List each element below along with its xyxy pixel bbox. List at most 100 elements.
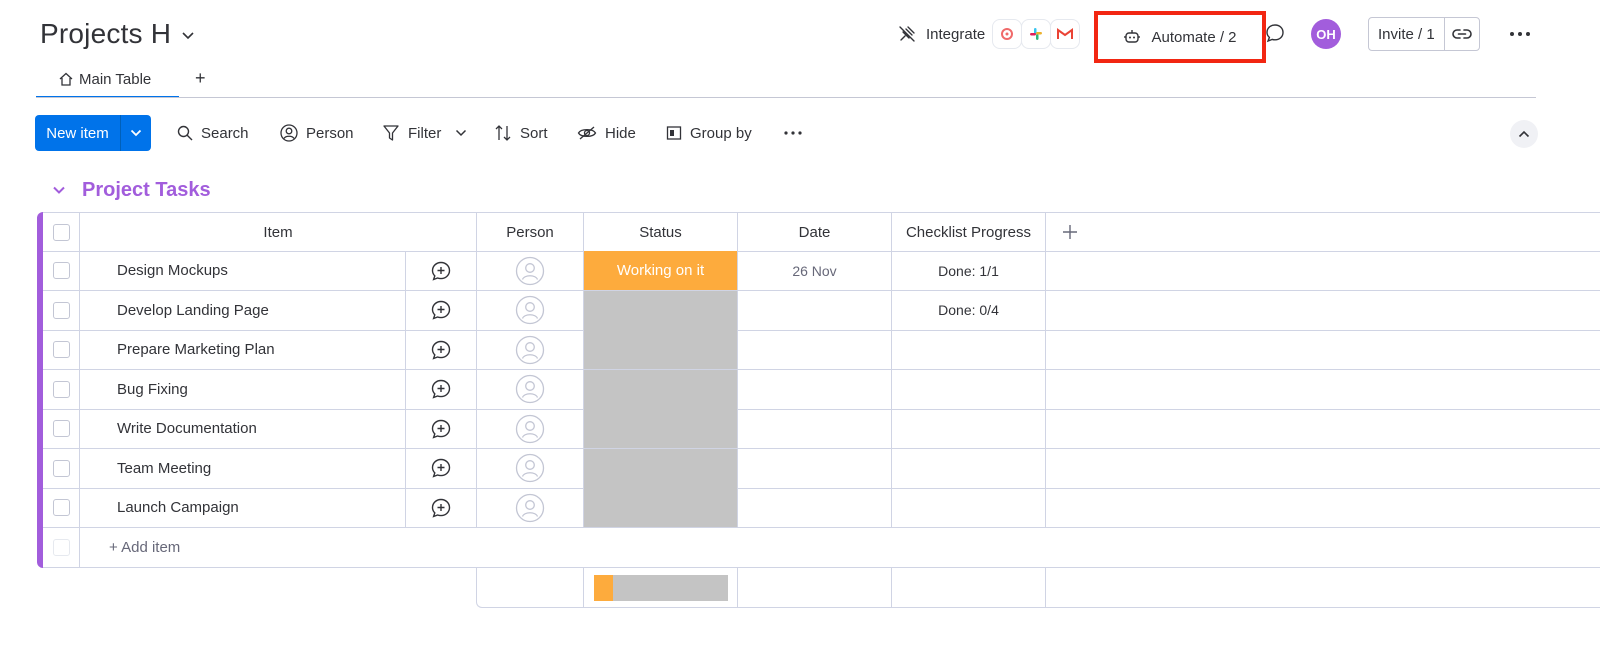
person-cell[interactable] — [477, 448, 584, 488]
person-placeholder-icon[interactable] — [515, 335, 545, 365]
item-name[interactable]: Launch Campaign — [80, 488, 406, 527]
status-cell[interactable] — [584, 448, 738, 488]
add-update-icon[interactable] — [430, 457, 452, 479]
add-update-icon[interactable] — [430, 418, 452, 440]
checklist-progress-cell[interactable]: Done: 1/1 — [892, 251, 1046, 290]
table-row[interactable]: Launch Campaign — [43, 488, 1600, 528]
status-cell[interactable] — [584, 330, 738, 369]
add-update-cell[interactable] — [406, 369, 477, 409]
chevron-down-icon[interactable] — [455, 129, 467, 137]
checklist-progress-cell[interactable]: Done: 0/4 — [892, 290, 1046, 330]
tab-main-table[interactable]: Main Table — [36, 62, 179, 98]
add-item-button[interactable]: + Add item — [80, 528, 1580, 567]
add-update-cell[interactable] — [406, 251, 477, 290]
avatar[interactable]: OH — [1311, 19, 1341, 49]
table-row[interactable]: Prepare Marketing Plan — [43, 330, 1600, 370]
item-name[interactable]: Develop Landing Page — [80, 290, 406, 330]
date-cell[interactable] — [738, 290, 892, 330]
chevron-down-icon[interactable] — [52, 185, 66, 195]
checklist-progress-cell[interactable] — [892, 488, 1046, 527]
item-name[interactable]: Prepare Marketing Plan — [80, 330, 406, 369]
status-summary-segment[interactable] — [613, 575, 728, 601]
checklist-progress-cell[interactable] — [892, 409, 1046, 448]
column-header-item[interactable]: Item — [80, 213, 477, 251]
add-update-icon[interactable] — [430, 497, 452, 519]
person-placeholder-icon[interactable] — [515, 374, 545, 404]
board-title[interactable]: Projects H — [40, 18, 171, 50]
person-cell[interactable] — [477, 290, 584, 330]
summary-status-cell[interactable] — [584, 568, 738, 607]
person-cell[interactable] — [477, 488, 584, 527]
item-name[interactable]: Bug Fixing — [80, 369, 406, 409]
select-all-checkbox[interactable] — [52, 223, 70, 241]
person-placeholder-icon[interactable] — [515, 256, 545, 286]
person-placeholder-icon[interactable] — [515, 453, 545, 483]
status-summary-segment[interactable] — [594, 575, 614, 601]
new-item-button[interactable]: New item — [35, 115, 121, 151]
person-placeholder-icon[interactable] — [515, 414, 545, 444]
search-button[interactable]: Search — [177, 115, 249, 151]
add-column-icon[interactable] — [1061, 223, 1079, 241]
invite-button[interactable]: Invite / 1 — [1369, 18, 1445, 50]
integration-apps[interactable] — [992, 19, 1081, 49]
column-header-checklist[interactable]: Checklist Progress — [892, 213, 1046, 251]
person-placeholder-icon[interactable] — [515, 295, 545, 325]
person-filter-button[interactable]: Person — [280, 115, 354, 151]
group-title[interactable]: Project Tasks — [82, 179, 211, 202]
automate-button[interactable]: Automate / 2 — [1094, 11, 1266, 63]
filter-button[interactable]: Filter — [382, 115, 467, 151]
column-header-status[interactable]: Status — [584, 213, 738, 251]
more-toolbar-button[interactable] — [783, 115, 811, 151]
checklist-progress-cell[interactable] — [892, 448, 1046, 488]
more-options-icon[interactable] — [1508, 24, 1532, 44]
chat-bubble-icon[interactable] — [1264, 22, 1286, 44]
row-checkbox[interactable] — [52, 499, 70, 516]
copy-link-button[interactable] — [1445, 18, 1479, 50]
table-row[interactable]: Bug Fixing — [43, 369, 1600, 410]
add-update-icon[interactable] — [430, 378, 452, 400]
date-cell[interactable] — [738, 488, 892, 527]
row-checkbox[interactable] — [52, 301, 70, 319]
chevron-down-icon[interactable] — [181, 31, 195, 41]
status-summary-bar[interactable] — [594, 575, 728, 601]
table-row[interactable]: Team Meeting — [43, 448, 1600, 489]
add-update-icon[interactable] — [430, 299, 452, 321]
person-placeholder-icon[interactable] — [515, 493, 545, 523]
row-checkbox[interactable] — [52, 380, 70, 398]
add-update-cell[interactable] — [406, 409, 477, 448]
person-cell[interactable] — [477, 369, 584, 409]
add-update-cell[interactable] — [406, 488, 477, 527]
add-update-icon[interactable] — [430, 339, 452, 361]
checklist-progress-cell[interactable] — [892, 330, 1046, 369]
date-cell[interactable]: 26 Nov — [738, 251, 892, 290]
add-view-button[interactable]: + — [195, 68, 206, 89]
date-cell[interactable] — [738, 369, 892, 409]
item-name[interactable]: Design Mockups — [80, 251, 406, 290]
item-name[interactable]: Team Meeting — [80, 448, 406, 488]
checklist-progress-cell[interactable] — [892, 369, 1046, 409]
row-checkbox[interactable] — [52, 459, 70, 477]
status-cell[interactable] — [584, 369, 738, 409]
group-header[interactable]: Project Tasks — [52, 176, 211, 204]
column-header-person[interactable]: Person — [477, 213, 584, 251]
row-checkbox[interactable] — [52, 420, 70, 437]
table-row[interactable]: Design Mockups Working on it 26 Nov Done: 1… — [43, 251, 1600, 291]
add-update-cell[interactable] — [406, 290, 477, 330]
board-title-area[interactable]: Projects H — [40, 14, 195, 54]
new-item-dropdown-button[interactable] — [121, 115, 151, 151]
status-cell[interactable]: Working on it — [584, 251, 738, 290]
integrate-button[interactable]: Integrate — [898, 14, 1081, 54]
add-update-cell[interactable] — [406, 448, 477, 488]
person-cell[interactable] — [477, 251, 584, 290]
table-row[interactable]: Write Documentation — [43, 409, 1600, 449]
hide-button[interactable]: Hide — [577, 115, 636, 151]
person-cell[interactable] — [477, 409, 584, 448]
sort-button[interactable]: Sort — [494, 115, 548, 151]
status-cell[interactable] — [584, 488, 738, 527]
add-update-cell[interactable] — [406, 330, 477, 369]
date-cell[interactable] — [738, 409, 892, 448]
status-cell[interactable] — [584, 409, 738, 448]
column-header-date[interactable]: Date — [738, 213, 892, 251]
status-cell[interactable] — [584, 290, 738, 330]
group-by-button[interactable]: Group by — [666, 115, 752, 151]
